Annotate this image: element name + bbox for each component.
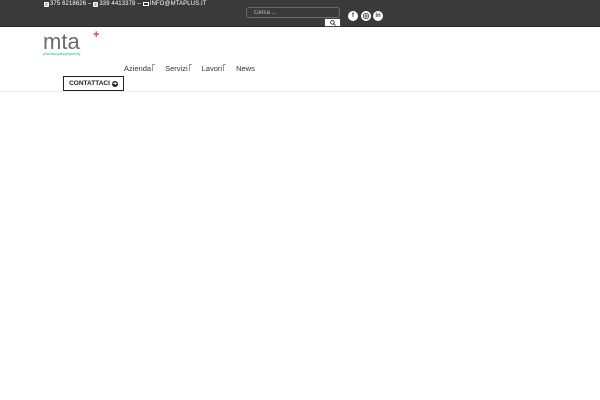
email-link[interactable]: INFO@MTAPLUS.IT <box>142 1 207 7</box>
mail-icon <box>142 2 149 6</box>
phone-2[interactable]: ✆ 339 4413378 – <box>93 1 141 7</box>
logo-tagline: pharmacy|design|identity <box>43 52 81 56</box>
email-text: INFO@MTAPLUS.IT <box>149 1 207 7</box>
dropdown-icon <box>188 63 192 71</box>
nav-item-azienda[interactable]: Azienda <box>124 63 156 73</box>
nav-item-label: Servizi <box>165 63 188 73</box>
dropdown-icon <box>223 63 227 71</box>
main-nav: Azienda Servizi Lavori News <box>124 63 265 73</box>
top-bar: ✆ 375 6218626 – ✆ 339 4413378 – INFO@MTA… <box>0 0 600 27</box>
phone-icon: ✆ <box>44 1 49 7</box>
contattaci-button[interactable]: CONTATTACI ➔ <box>63 76 124 91</box>
contact-info: ✆ 375 6218626 – ✆ 339 4413378 – INFO@MTA… <box>44 0 207 8</box>
nav-item-label: News <box>236 63 255 73</box>
phone-1-text: 375 6218626 – <box>50 1 92 7</box>
phone-icon: ✆ <box>93 1 99 7</box>
search-input[interactable] <box>246 7 340 18</box>
nav-item-label: Azienda <box>124 63 152 73</box>
instagram-icon[interactable] <box>361 11 371 21</box>
logo-plus: + <box>93 29 99 41</box>
phone-2-text: 339 4413378 – <box>99 1 141 7</box>
linkedin-icon[interactable]: in <box>373 11 383 21</box>
cta-label: CONTATTACI <box>69 80 110 87</box>
dropdown-icon <box>152 63 156 71</box>
nav-item-lavori[interactable]: Lavori <box>201 63 227 73</box>
logo[interactable]: mta + pharmacy|design|identity <box>42 28 104 56</box>
search-button[interactable] <box>324 18 341 27</box>
nav-item-news[interactable]: News <box>236 64 255 73</box>
nav-item-servizi[interactable]: Servizi <box>165 63 192 73</box>
facebook-icon[interactable]: f <box>348 11 358 21</box>
search-icon <box>329 19 336 26</box>
arrow-right-icon: ➔ <box>111 80 118 87</box>
nav-item-label: Lavori <box>201 63 223 73</box>
instagram-glyph <box>363 13 369 19</box>
logo-text: mta <box>43 29 80 54</box>
phone-1[interactable]: ✆ 375 6218626 – <box>44 1 91 7</box>
header-divider <box>0 91 600 92</box>
